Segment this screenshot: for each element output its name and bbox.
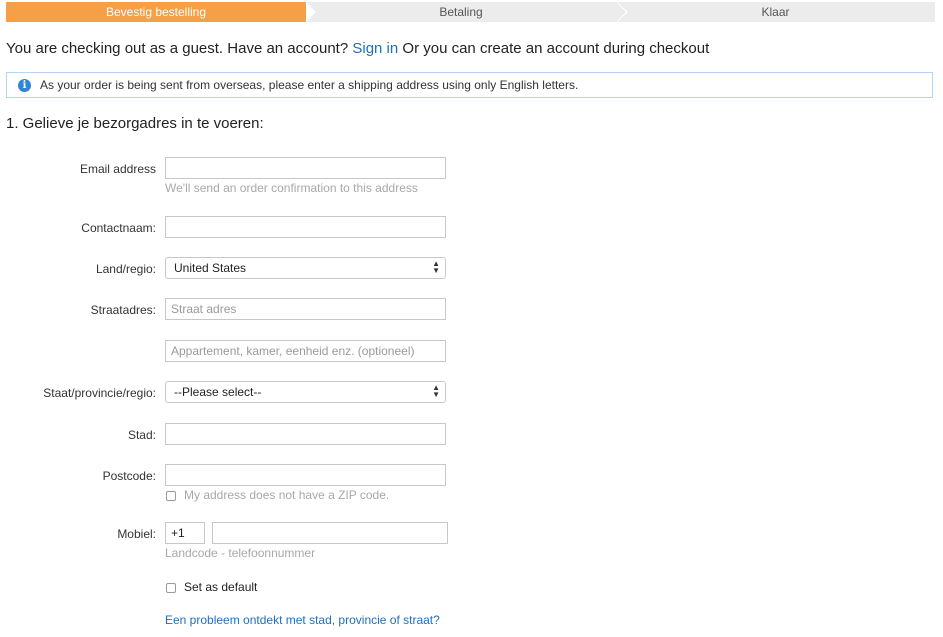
city-label: Stad: [127, 428, 156, 442]
street-address-2-field[interactable] [165, 340, 446, 362]
street-label: Straatadres: [90, 303, 156, 317]
phone-hint: Landcode - telefoonnummer [165, 546, 316, 560]
state-label: Staat/provincie/regio: [43, 386, 156, 400]
email-field[interactable] [165, 157, 446, 179]
contact-name-field[interactable] [165, 216, 446, 238]
step-label: Bevestig bestelling [105, 5, 207, 19]
postcode-label: Postcode: [102, 469, 156, 483]
section-title: 1. Gelieve je bezorgadres in te voeren: [6, 115, 264, 132]
no-zip-checkbox[interactable] [166, 491, 176, 501]
overseas-info-box: i As your order is being sent from overs… [6, 72, 933, 98]
country-label: Land/regio: [95, 262, 156, 276]
guest-prefix: You are checking out as a guest. Have an… [6, 40, 349, 57]
country-select-value: United States [174, 261, 247, 275]
step-label: Klaar [761, 5, 790, 19]
set-default-label: Set as default [184, 580, 258, 594]
select-arrows-icon: ▲ ▼ [432, 383, 440, 399]
phone-number-field[interactable] [212, 522, 448, 544]
mobile-label: Mobiel: [117, 527, 156, 541]
step-done: Klaar [616, 2, 935, 22]
guest-suffix: Or you can create an account during chec… [402, 40, 710, 57]
checkout-progress: Bevestig bestelling Betaling Klaar [6, 2, 935, 22]
state-select[interactable]: --Please select-- ▲ ▼ [165, 381, 446, 403]
step-label: Betaling [439, 5, 483, 19]
postcode-field[interactable] [165, 464, 446, 486]
city-field[interactable] [165, 423, 446, 445]
set-default-checkbox[interactable] [166, 583, 176, 593]
sign-in-link[interactable]: Sign in [352, 40, 398, 57]
no-zip-label: My address does not have a ZIP code. [184, 488, 390, 502]
select-arrows-icon: ▲ ▼ [432, 259, 440, 275]
email-hint: We'll send an order confirmation to this… [165, 181, 418, 195]
info-icon: i [18, 79, 31, 92]
email-label: Email address [79, 162, 156, 176]
contact-name-label: Contactnaam: [81, 221, 156, 235]
info-text: As your order is being sent from oversea… [40, 78, 579, 92]
step-payment: Betaling [306, 2, 628, 22]
street-address-field[interactable] [165, 298, 446, 320]
guest-notice: You are checking out as a guest. Have an… [6, 40, 709, 57]
address-problem-link[interactable]: Een probleem ontdekt met stad, provincie… [165, 613, 440, 627]
country-code-field[interactable] [165, 522, 205, 544]
country-select[interactable]: United States ▲ ▼ [165, 257, 446, 279]
state-select-value: --Please select-- [174, 385, 262, 399]
step-confirm-order: Bevestig bestelling [6, 2, 316, 22]
